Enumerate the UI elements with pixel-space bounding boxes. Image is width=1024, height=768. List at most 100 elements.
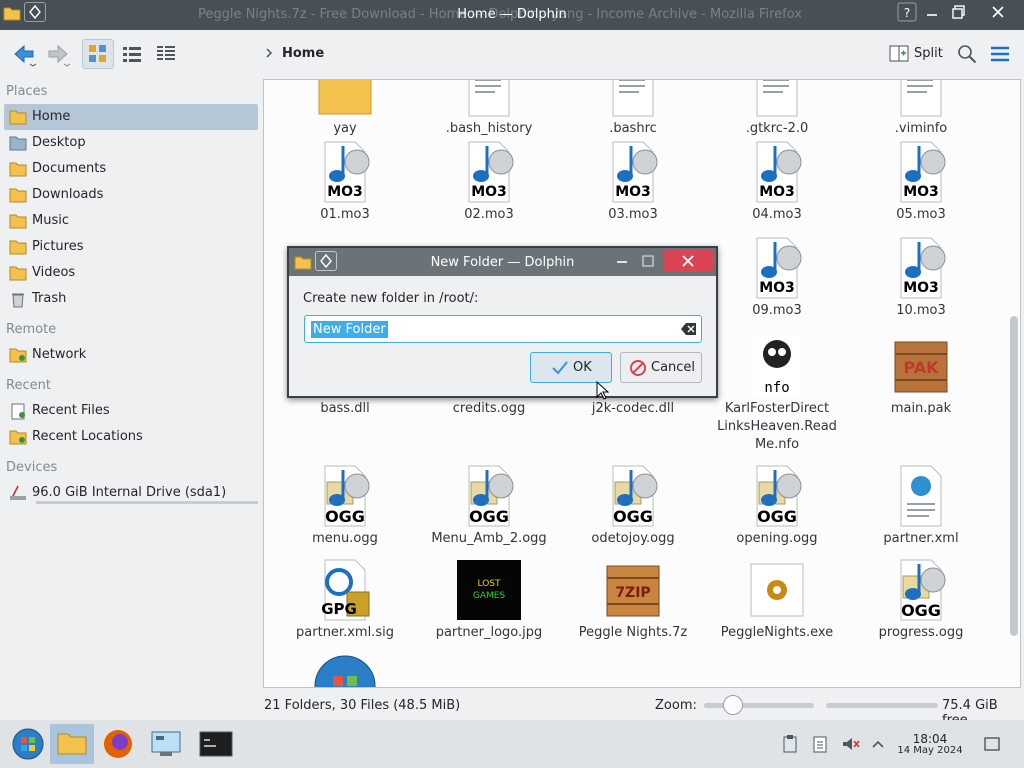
dialog-minimize-button[interactable] [611,252,633,272]
svg-text:7ZIP: 7ZIP [615,585,650,601]
sidebar-item-recent-files[interactable]: Recent Files [4,398,258,424]
file-item[interactable]: .gtkrc-2.0 [712,80,842,138]
sidebar-item-videos[interactable]: Videos [4,260,258,286]
sidebar-item-home[interactable]: Home [4,104,258,130]
dialog-maximize-button[interactable] [637,252,659,272]
taskbar-terminal[interactable] [194,724,238,764]
sidebar-item-recent-locations[interactable]: Recent Locations [4,424,258,450]
new-folder-dialog: New Folder — Dolphin Create new folder i… [287,246,718,398]
clipboard-tray-icon[interactable] [780,734,800,754]
minimize-button[interactable] [921,1,943,23]
file-item[interactable]: .viminfo [856,80,986,138]
file-item[interactable]: partner.xml [856,464,986,548]
file-exe-icon [745,558,809,622]
back-button[interactable] [8,39,40,69]
file-item[interactable]: OGG odetojoy.ogg [568,464,698,548]
file-name: 01.mo3 [320,207,370,222]
split-button[interactable]: Split [886,42,946,66]
file-item[interactable]: yay [280,80,410,138]
file-item[interactable]: MO3 09.mo3 [712,236,842,320]
compact-view-button[interactable] [116,39,148,69]
file-item[interactable]: .bash_history [424,80,554,138]
details-view-button[interactable] [150,39,182,69]
breadcrumb-home[interactable]: Home [282,46,324,61]
file-name: 09.mo3 [752,303,802,318]
scrollbar[interactable] [1010,316,1018,636]
start-menu-button[interactable] [6,724,50,764]
file-item[interactable]: MO3 01.mo3 [280,140,410,224]
show-desktop-icon[interactable] [982,734,1002,754]
file-mo3-icon: MO3 [889,236,953,300]
file-ogg-icon: OGG [889,558,953,622]
sidebar-item-documents[interactable]: Documents [4,156,258,182]
file-item[interactable]: MO3 02.mo3 [424,140,554,224]
section-devices: Devices [6,460,58,475]
svg-text:GPG: GPG [321,600,357,618]
file-item[interactable]: PAK main.pak [856,334,986,418]
icons-view-button[interactable] [82,39,114,69]
dialog-close-button[interactable] [663,250,713,272]
ok-button[interactable]: OK [530,352,612,383]
search-icon[interactable] [955,42,979,66]
file-item[interactable]: MO3 03.mo3 [568,140,698,224]
taskbar-dolphin[interactable] [50,724,94,764]
home-folder-icon [8,108,28,126]
file-item[interactable]: MO3 05.mo3 [856,140,986,224]
file-name: odetojoy.ogg [591,531,675,546]
svg-text:MO3: MO3 [759,184,795,200]
window-title: Home — Dolphin [457,7,567,22]
file-text-icon [889,80,953,118]
file-item[interactable]: .bashrc [568,80,698,138]
sidebar-item-internal-drive[interactable]: 96.0 GiB Internal Drive (sda1) [4,480,258,506]
file-item[interactable]: nfo KarlFosterDirect LinksHeaven.Read Me.nf… [712,334,842,454]
file-name: 05.mo3 [896,207,946,222]
file-item[interactable]: GPG partner.xml.sig [280,558,410,642]
file-item[interactable]: OGG Menu_Amb_2.ogg [424,464,554,548]
chevron-up-icon[interactable] [870,734,886,754]
notes-tray-icon[interactable] [810,734,830,754]
file-ogg-icon: OGG [601,464,665,528]
file-item[interactable]: PeggleNights.exe [712,558,842,642]
file-item[interactable]: OGG opening.ogg [712,464,842,548]
file-item[interactable]: MO3 04.mo3 [712,140,842,224]
file-folder-icon [313,80,377,118]
videos-folder-icon [8,264,28,282]
sidebar-item-music[interactable]: Music [4,208,258,234]
file-item[interactable]: LOST GAMES partner_logo.jpg [424,558,554,642]
cancel-icon [630,360,646,376]
maximize-button[interactable] [948,1,970,23]
forward-button[interactable] [42,39,74,69]
zoom-slider[interactable] [704,703,814,708]
sidebar-item-downloads[interactable]: Downloads [4,182,258,208]
sidebar-item-pictures[interactable]: Pictures [4,234,258,260]
svg-text:MO3: MO3 [471,184,507,200]
cancel-button[interactable]: Cancel [620,352,702,383]
keep-above-button[interactable]: ? [896,1,918,23]
zoom-slider-handle[interactable] [723,695,743,715]
file-item[interactable]: MO3 10.mo3 [856,236,986,320]
file-name: credits.ogg [452,401,526,416]
taskbar-system-settings[interactable] [144,724,188,764]
sidebar-item-trash[interactable]: Trash [4,286,258,312]
split-view-icon [889,45,909,62]
documents-folder-icon [8,160,28,178]
file-text-icon [745,80,809,118]
file-item-partial[interactable] [280,654,410,687]
sidebar-item-network[interactable]: Network [4,342,258,368]
volume-muted-icon[interactable] [840,734,860,754]
folder-name-input[interactable]: New Folder [304,315,702,343]
taskbar-clock[interactable]: 18:04 14 May 2024 [894,733,966,757]
checkmark-icon [552,361,568,375]
clear-input-icon[interactable] [681,322,697,336]
taskbar-firefox[interactable] [96,724,140,764]
file-ogg-icon: OGG [313,464,377,528]
close-button[interactable] [987,1,1009,23]
file-item[interactable]: OGG progress.ogg [856,558,986,642]
file-item[interactable]: 7ZIP Peggle Nights.7z [568,558,698,642]
sidebar-item-desktop[interactable]: Desktop [4,130,258,156]
file-name: .viminfo [894,121,948,136]
hamburger-menu-icon[interactable] [988,42,1012,66]
file-item[interactable]: OGG menu.ogg [280,464,410,548]
clock-time: 18:04 [912,732,948,746]
trash-icon [8,290,28,308]
